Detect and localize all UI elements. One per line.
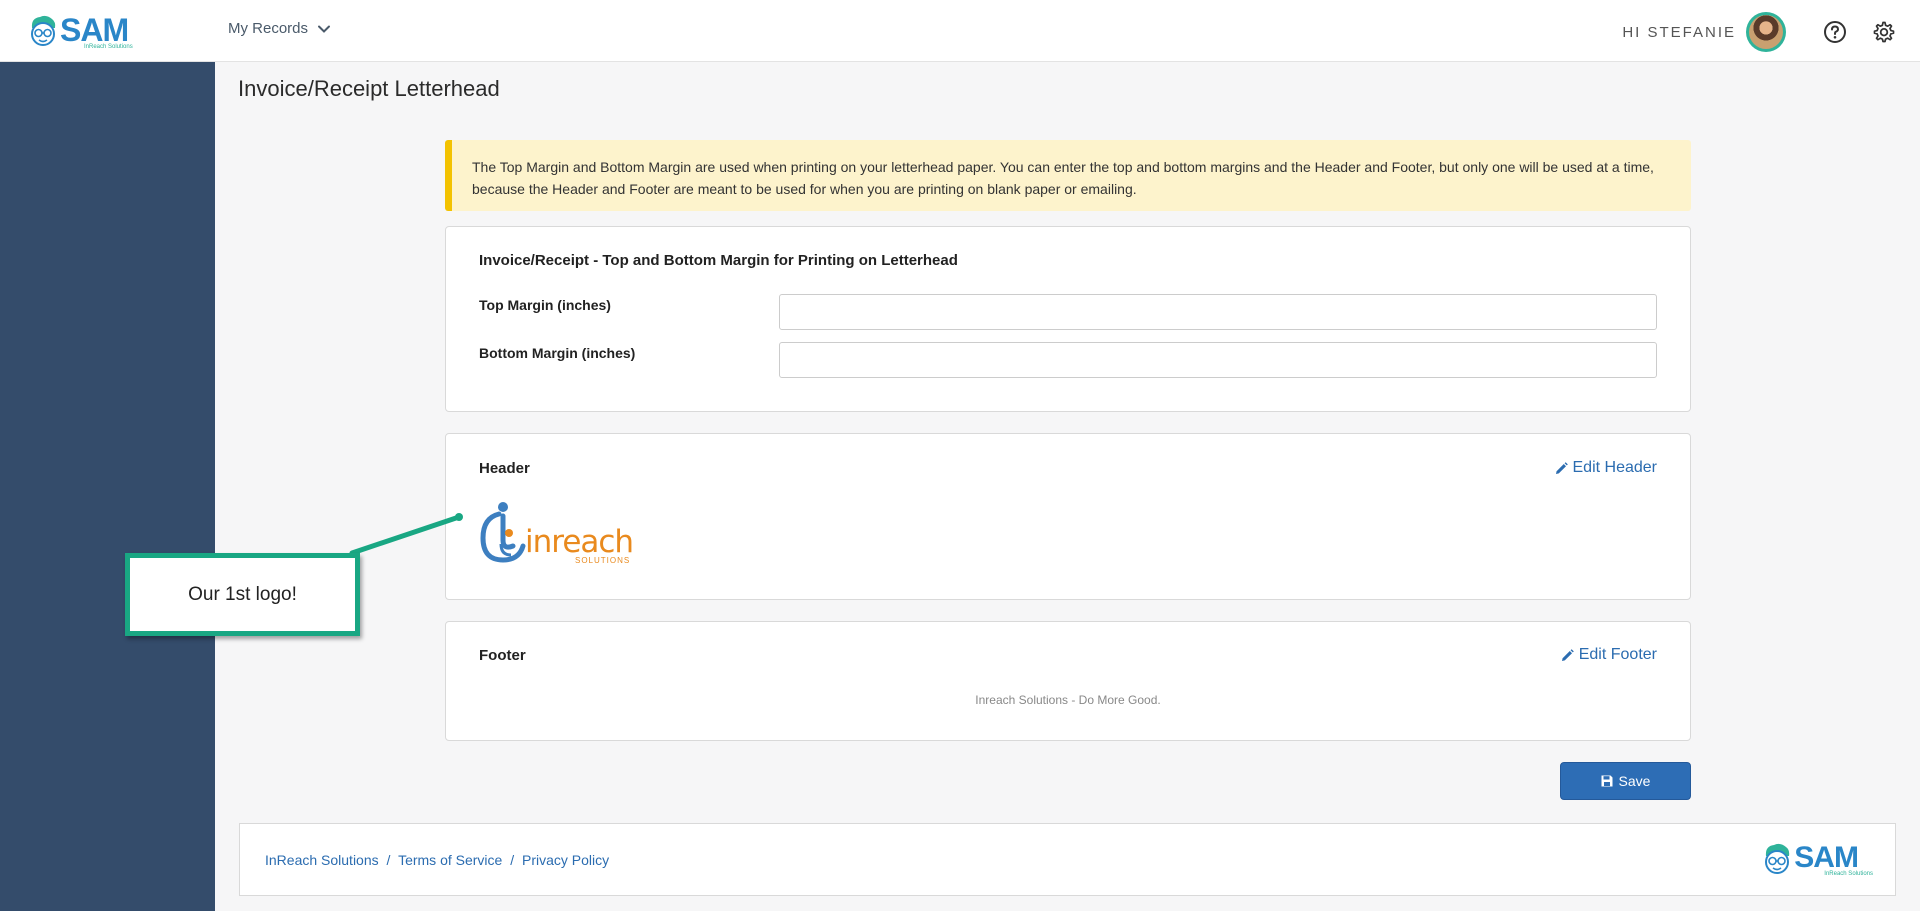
inreach-logo: inreach SOLUTIONS [479,500,635,568]
inreach-logo-text: inreach [525,524,634,560]
gear-icon[interactable] [1870,19,1896,45]
edit-footer-label: Edit Footer [1578,646,1657,663]
footer-preview-text: Inreach Solutions - Do More Good. [975,693,1161,707]
avatar[interactable] [1746,12,1786,52]
my-records-dropdown[interactable]: My Records [228,20,331,37]
sam-mascot-icon [1762,842,1792,878]
footer-separator: / [510,852,515,868]
save-label: Save [1618,773,1651,789]
save-button[interactable]: Save [1560,762,1691,800]
margins-card-title: Invoice/Receipt - Top and Bottom Margin … [479,252,958,269]
callout-text: Our 1st logo! [188,583,297,605]
footer-sam-logo: SAM InReach Solutions [1762,842,1873,878]
brand-name: SAM [60,12,129,48]
brand-subtitle: InReach Solutions [84,44,133,50]
footer-brand-name: SAM [1794,841,1859,874]
pencil-icon [1561,648,1574,661]
header-card-title: Header [479,460,530,477]
top-margin-label: Top Margin (inches) [479,297,611,313]
footer-links: InReach Solutions / Terms of Service / P… [265,852,609,868]
page-footer: InReach Solutions / Terms of Service / P… [239,823,1896,896]
inreach-logo-subtext: SOLUTIONS [575,556,631,565]
footer-brand-subtitle: InReach Solutions [1824,871,1873,877]
edit-header-link[interactable]: Edit Header [1555,459,1658,477]
chevron-down-icon [318,25,331,33]
floppy-disk-icon [1601,775,1613,787]
help-icon[interactable] [1822,19,1848,45]
footer-link-privacy[interactable]: Privacy Policy [522,852,609,868]
page-title: Invoice/Receipt Letterhead [238,76,500,101]
bottom-margin-input[interactable] [779,342,1657,378]
user-greeting: HI STEFANIE [1622,23,1736,41]
sam-logo[interactable]: SAM InReach Solutions [28,12,133,52]
footer-link-company[interactable]: InReach Solutions [265,852,379,868]
top-navigation-bar: SAM InReach Solutions My Records HI STEF… [0,0,1920,62]
info-notice: The Top Margin and Bottom Margin are use… [445,140,1691,211]
edit-header-label: Edit Header [1572,459,1658,476]
footer-card: Footer Edit Footer Inreach Solutions - D… [445,621,1691,741]
margins-card: Invoice/Receipt - Top and Bottom Margin … [445,226,1691,412]
sam-mascot-icon [28,14,58,50]
top-margin-input[interactable] [779,294,1657,330]
my-records-label: My Records [228,20,309,37]
footer-separator: / [386,852,391,868]
sidebar [0,62,215,911]
footer-link-terms[interactable]: Terms of Service [398,852,502,868]
header-card: Header Edit Header inreach SOLUTIONS [445,433,1691,600]
user-area: HI STEFANIE [1622,12,1896,52]
pencil-icon [1555,461,1568,474]
callout-box: Our 1st logo! [125,553,360,636]
bottom-margin-label: Bottom Margin (inches) [479,345,636,361]
footer-card-title: Footer [479,647,526,664]
edit-footer-link[interactable]: Edit Footer [1561,646,1657,664]
